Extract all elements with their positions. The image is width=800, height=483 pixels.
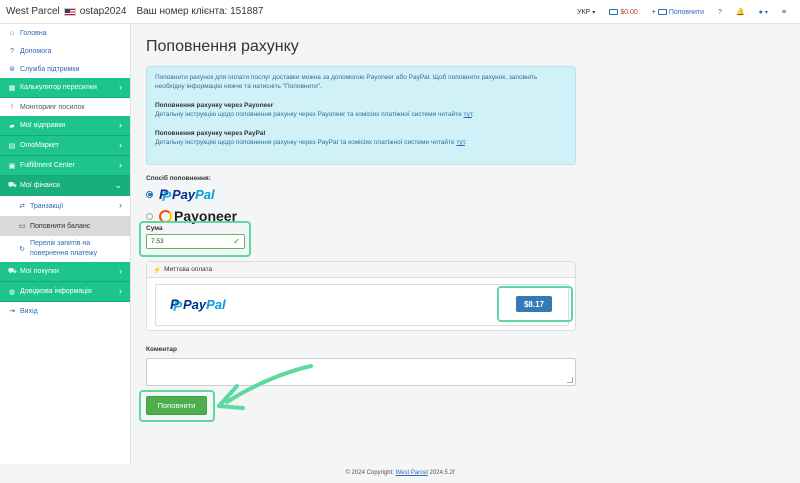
paypal-radio[interactable] — [146, 190, 153, 198]
sidebar-item-purchases[interactable]: ⛟ Мої покупки › — [0, 262, 130, 282]
cart-icon: ⛟ — [8, 268, 17, 275]
return-icon: ↻ — [19, 246, 25, 253]
check-icon: ✓ — [233, 237, 240, 246]
globe-icon: ◍ — [8, 288, 16, 296]
sidebar-item-fulfillment[interactable]: ▣ Fulfillment Center › — [0, 156, 130, 176]
chevron-right-icon: › — [119, 82, 122, 92]
paypal-guide-link[interactable]: тут — [456, 139, 465, 146]
chevron-right-icon: › — [119, 160, 122, 170]
home-icon: ⌂ — [9, 29, 15, 37]
exchange-icon: ⇄ — [19, 203, 25, 210]
info-alert: Поповнити рахунок для оплати послуг дост… — [146, 66, 576, 165]
help-link[interactable]: ? — [718, 9, 722, 16]
instant-price-badge[interactable]: $8.17 — [516, 296, 552, 312]
bell-icon[interactable]: 🔔 — [736, 8, 745, 16]
logout-icon: ⇥ — [9, 308, 15, 315]
menu-toggle-icon[interactable]: ≡ — [782, 9, 786, 16]
bag-icon: ▤ — [8, 142, 16, 150]
comment-textarea[interactable] — [146, 358, 576, 386]
sidebar-item-logout[interactable]: ⇥ Вихід — [0, 302, 130, 320]
balance-link[interactable]: $0.00 — [609, 9, 638, 16]
annotation-arrow-icon — [217, 364, 313, 410]
amount-value: 7.53 — [151, 238, 164, 245]
payment-method-label: Спосіб поповнення: — [146, 175, 211, 182]
client-number: Ваш номер клієнта: 151887 — [136, 6, 264, 17]
info-intro: Поповнити рахунок для оплати послуг дост… — [155, 74, 538, 90]
payoneer-title: Поповнення рахунку через Payoneer — [155, 102, 274, 109]
card-icon: ▭ — [18, 223, 26, 230]
truck-icon: ▰ — [9, 122, 15, 130]
sidebar-item-home[interactable]: ⌂ Головна — [0, 24, 130, 42]
cart-icon: ⛟ — [8, 182, 17, 189]
sidebar-item-omomarket[interactable]: ▤ OmoMapкет › — [0, 136, 130, 156]
footer-copyright: © 2024 Copyright: — [345, 470, 394, 476]
chevron-right-icon: › — [119, 200, 122, 210]
paypal-logo: PP Pay Pal — [170, 296, 226, 314]
chevron-right-icon: › — [119, 266, 122, 276]
sidebar-item-help[interactable]: ? Допомога — [0, 42, 130, 60]
paypal-p-icon: PP — [159, 185, 172, 204]
brand-name[interactable]: West Parcel — [6, 6, 60, 17]
amount-input[interactable]: 7.53 ✓ — [146, 234, 245, 249]
page-title: Поповнення рахунку — [146, 38, 299, 55]
box-icon: ▣ — [8, 162, 16, 170]
comment-label: Коментар — [146, 346, 177, 353]
lifebuoy-icon: ⊛ — [9, 66, 15, 73]
sidebar-item-refund-requests[interactable]: ↻ Перелік запитів на повернення платежу — [0, 236, 130, 262]
calculator-icon: ▦ — [8, 84, 16, 92]
submit-button[interactable]: Поповнити — [146, 396, 207, 415]
sidebar: ⌂ Головна ? Допомога ⊛ Служба підтримки ▦ Ка… — [0, 24, 131, 464]
top-navbar: West Parcel ostap2024 Ваш номер клієнта:… — [0, 0, 800, 24]
topup-label: Поповнити — [668, 8, 705, 16]
sidebar-item-reference[interactable]: ◍ Довідкова інформація › — [0, 282, 130, 302]
amount-highlight: Сума 7.53 ✓ — [139, 221, 251, 257]
user-menu-icon[interactable]: ● — [759, 9, 768, 16]
method-paypal-option[interactable]: PP Pay Pal — [146, 184, 576, 204]
wallet-icon — [609, 8, 619, 15]
topup-link[interactable]: + Поповнити — [652, 9, 704, 16]
navbar-right: УКР $0.00 + Поповнити ? 🔔 ● ≡ — [577, 0, 786, 24]
sidebar-item-shipments[interactable]: ▰ Мої відправки › — [0, 116, 130, 136]
sidebar-item-transactions[interactable]: ⇄ Транзакції › — [0, 196, 130, 216]
brand[interactable]: West Parcel ostap2024 — [6, 6, 126, 17]
payoneer-radio[interactable] — [146, 212, 153, 220]
wallet-icon — [657, 8, 667, 15]
chevron-down-icon: ⌄ — [114, 180, 122, 190]
sidebar-item-monitoring[interactable]: ! Моніторинг посилок — [0, 98, 130, 116]
chevron-right-icon: › — [119, 120, 122, 130]
sidebar-item-calculator[interactable]: ▦ Калькулятор пересилки › — [0, 78, 130, 98]
sidebar-item-topup-balance[interactable]: ▭ Поповнити баланс — [0, 216, 130, 236]
paypal-text: Детальну інструкцію щодо поповнення раху… — [155, 139, 467, 146]
chevron-right-icon: › — [119, 140, 122, 150]
submit-highlight: Поповнити — [139, 390, 215, 422]
paypal-logo: PP Pay Pal — [159, 185, 215, 204]
paypal-title: Поповнення рахунку через PayPal — [155, 130, 266, 137]
payoneer-text: Детальну інструкцію щодо поповнення раху… — [155, 111, 474, 118]
footer-version: 2024.5.2f — [429, 470, 455, 476]
instant-payment-header: ⚡ Миттєва оплата — [147, 262, 575, 278]
language-dropdown[interactable]: УКР — [577, 9, 595, 16]
footer-link[interactable]: West Parcel — [396, 470, 428, 476]
footer: © 2024 Copyright: West Parcel 2024.5.2f — [0, 464, 800, 483]
exclamation-icon: ! — [11, 103, 13, 111]
us-flag-icon — [63, 7, 76, 16]
payoneer-guide-link[interactable]: тут — [464, 111, 473, 118]
sidebar-item-support[interactable]: ⊛ Служба підтримки — [0, 60, 130, 78]
sidebar-item-finances[interactable]: ⛟ Мої фінанси ⌄ — [0, 176, 130, 196]
amount-label: Сума — [146, 225, 163, 232]
username[interactable]: ostap2024 — [80, 6, 127, 17]
price-highlight: $8.17 — [497, 286, 573, 322]
question-icon: ? — [10, 47, 14, 55]
balance-amount: $0.00 — [620, 8, 638, 16]
lightning-icon: ⚡ — [153, 266, 162, 274]
chevron-right-icon: › — [119, 286, 122, 296]
paypal-p-icon: PP — [170, 296, 183, 314]
plus-icon: + — [651, 8, 658, 16]
main-content: Поповнення рахунку Поповнити рахунок для… — [146, 24, 576, 226]
